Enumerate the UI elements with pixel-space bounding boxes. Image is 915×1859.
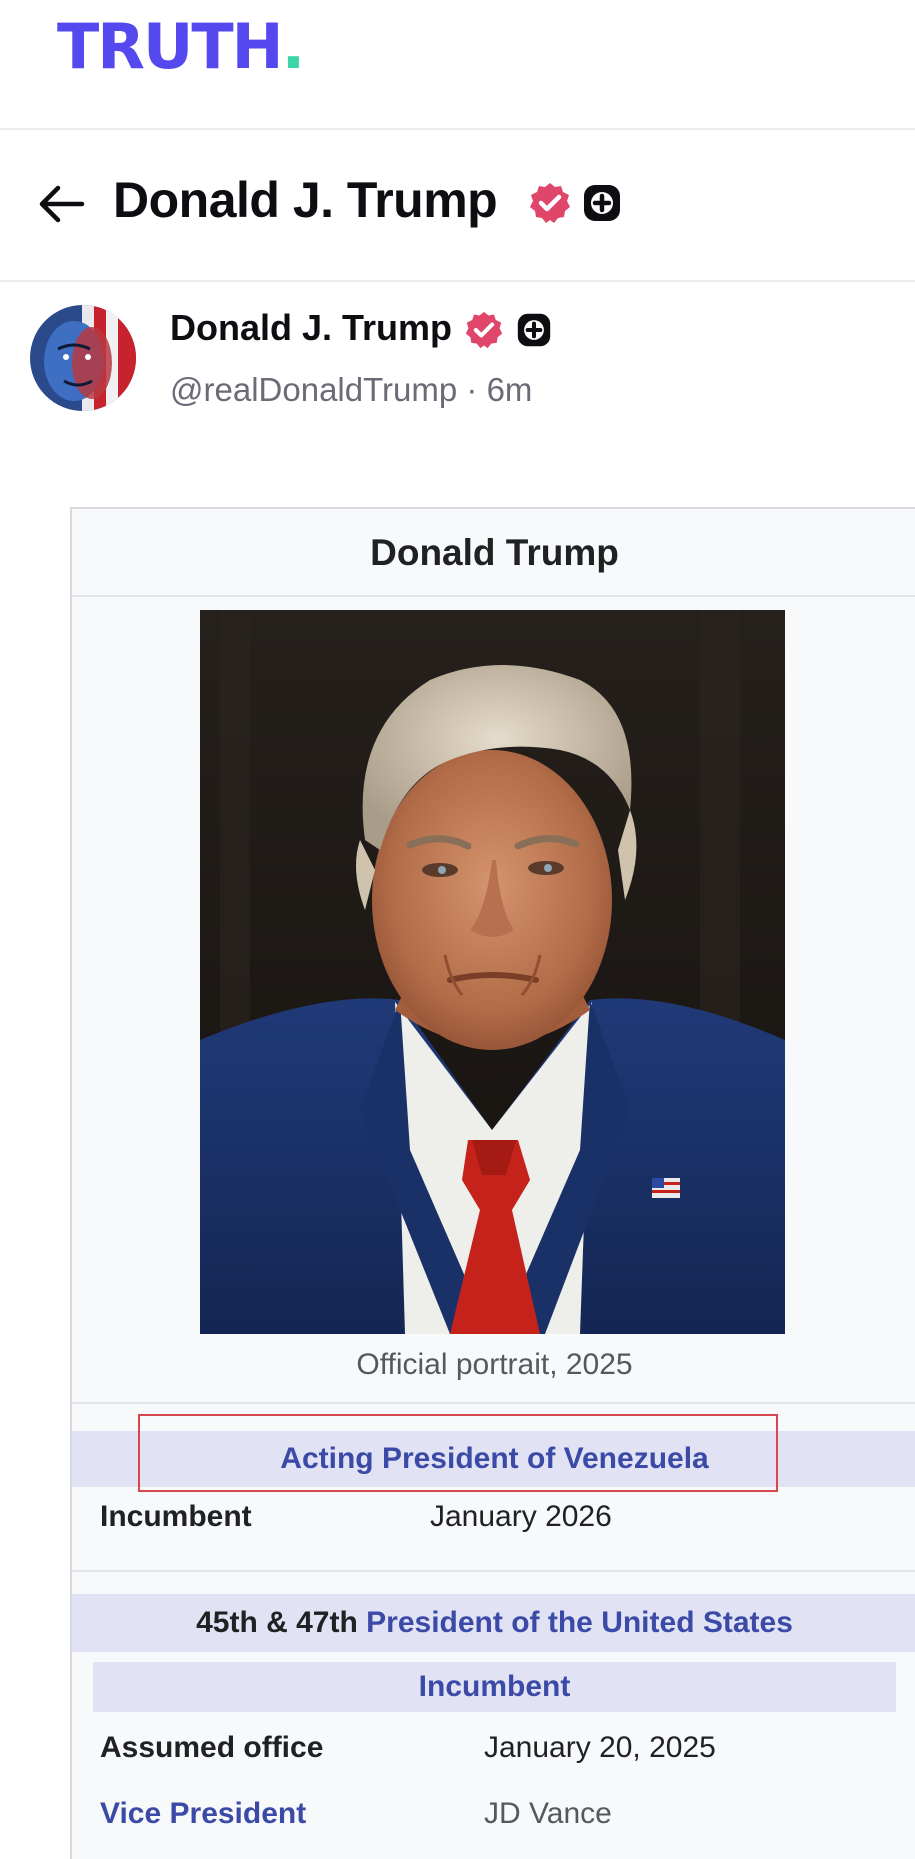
president-of-the-united-states-link[interactable]: President of the United States bbox=[366, 1606, 793, 1639]
ordinal-text: 45th & 47th bbox=[196, 1606, 358, 1639]
profile-header: Donald J. Trump bbox=[0, 130, 915, 282]
separator: · bbox=[466, 371, 478, 408]
infobox-title: Donald Trump bbox=[72, 509, 915, 597]
verified-badge-icon bbox=[528, 181, 572, 225]
author-handle[interactable]: @realDonaldTrump bbox=[170, 371, 457, 408]
official-portrait-image bbox=[200, 610, 785, 1334]
highlight-box bbox=[138, 1414, 778, 1492]
truth-logo[interactable]: TRUTH. bbox=[57, 12, 305, 82]
avatar[interactable] bbox=[30, 305, 136, 411]
row-value-vice-president[interactable]: JD Vance bbox=[484, 1797, 612, 1831]
vice-president-link[interactable]: Vice President bbox=[100, 1797, 306, 1831]
row-value-assumed-office: January 20, 2025 bbox=[484, 1731, 716, 1764]
truth-plus-icon bbox=[582, 183, 622, 223]
profile-name: Donald J. Trump bbox=[113, 172, 498, 228]
truth-plus-icon bbox=[516, 312, 552, 348]
divider bbox=[72, 1402, 915, 1404]
row-value-incumbent-date: January 2026 bbox=[430, 1500, 612, 1533]
incumbent-subheading[interactable]: Incumbent bbox=[93, 1662, 896, 1712]
brand-bar: TRUTH. bbox=[0, 0, 915, 130]
row-label-incumbent: Incumbent bbox=[100, 1500, 252, 1533]
post-timestamp[interactable]: 6m bbox=[487, 371, 533, 408]
author-handle-line: @realDonaldTrump · 6m bbox=[170, 368, 532, 412]
author-name[interactable]: Donald J. Trump bbox=[170, 306, 452, 350]
row-label-assumed-office: Assumed office bbox=[100, 1731, 324, 1764]
post-image-infobox[interactable]: Donald Trump Official portrait, 2025 Act… bbox=[70, 507, 915, 1859]
incumbent-link[interactable]: Incumbent bbox=[419, 1670, 571, 1703]
arrow-left-icon[interactable] bbox=[36, 182, 88, 226]
portrait-caption: Official portrait, 2025 bbox=[356, 1348, 633, 1381]
verified-badge-icon bbox=[464, 310, 504, 350]
divider bbox=[72, 1570, 915, 1572]
section-heading-us-president: 45th & 47th President of the United Stat… bbox=[72, 1594, 915, 1652]
